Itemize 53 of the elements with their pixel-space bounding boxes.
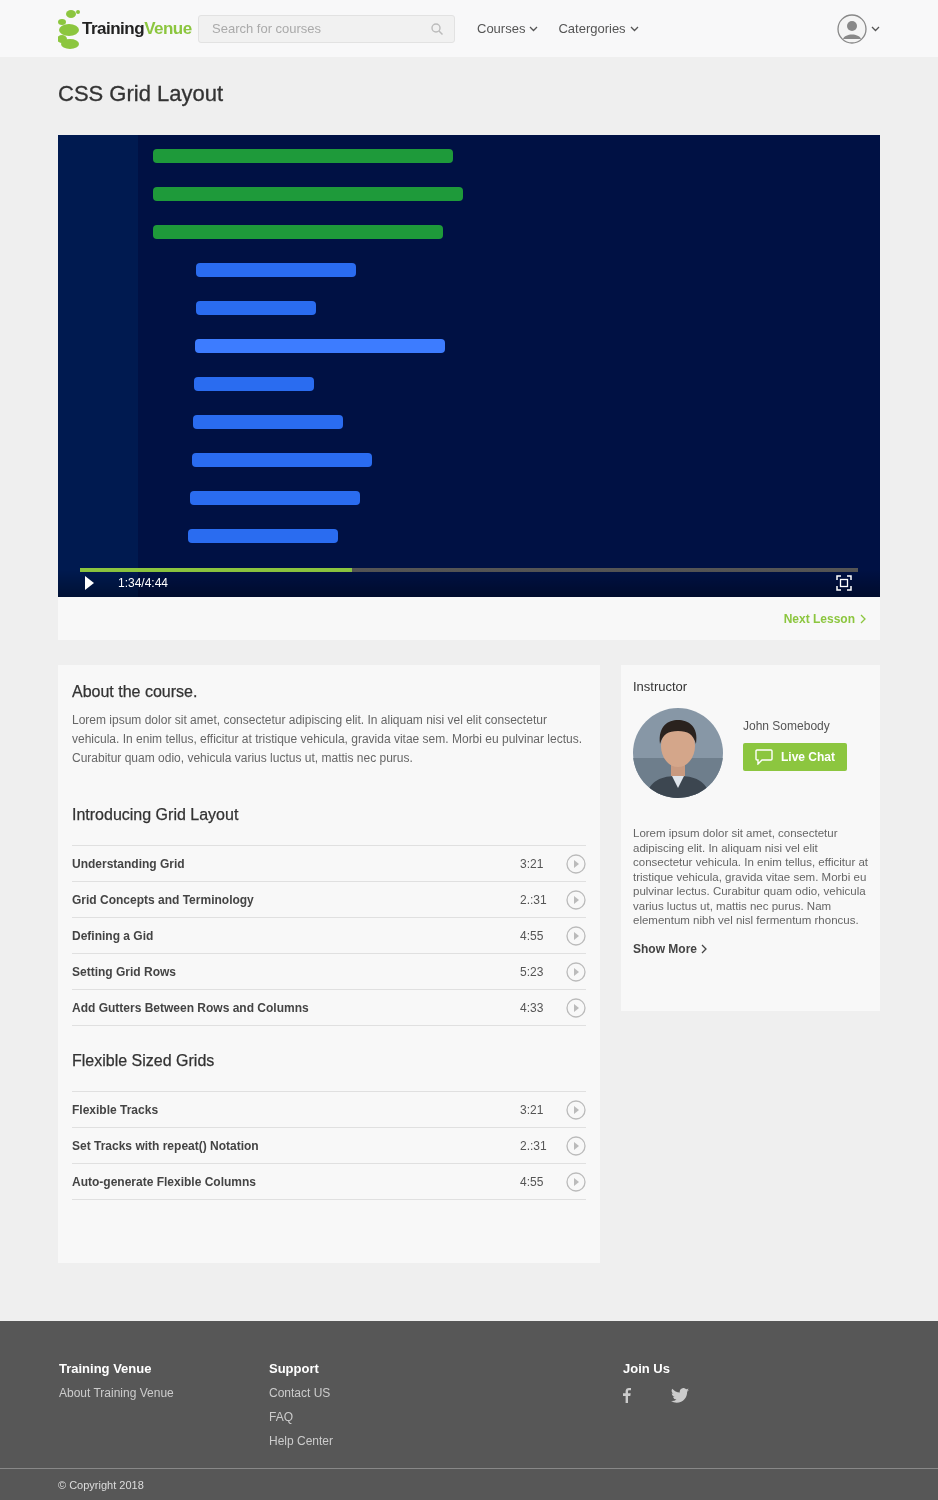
nav-menu[interactable]: Courses	[477, 21, 539, 36]
video-time: 1:34/4:44	[118, 576, 169, 590]
lesson-title[interactable]: Add Gutters Between Rows and Columns	[72, 1000, 520, 1015]
copyright-text: © Copyright 2018	[58, 1479, 144, 1491]
footer-link[interactable]: Contact US	[269, 1386, 623, 1400]
lesson-title[interactable]: Grid Concepts and Terminology	[72, 892, 520, 907]
logo-icon	[58, 8, 80, 49]
lesson-duration: 4:55	[520, 928, 545, 943]
lesson-title[interactable]: Set Tracks with repeat() Notation	[72, 1138, 520, 1153]
lesson-title[interactable]: Defining a Gid	[72, 928, 520, 943]
chevron-icon	[701, 943, 707, 954]
footer-heading: Support	[269, 1361, 320, 1376]
lesson-duration: 3:21	[520, 1102, 545, 1117]
instructor-bio: Lorem ipsum dolor sit amet, consectetur adipiscing elit. In aliquam nisi vel elit consectetur vehicula. In enim tellus, efficitur at tristique vehicula, gravida vitae sem. Morbi eu pulvinar lectus. Curabitur quam odio, vehicula varius luctus ut, mattis nec purus. Nam elementum nibh vel nisl fermentum rhoncus.	[633, 826, 868, 928]
caret-icon	[529, 25, 539, 32]
nav-menu[interactable]: Catergories	[558, 21, 639, 36]
footer-heading: Join Us	[623, 1361, 671, 1376]
lesson-duration: 5:23	[520, 964, 545, 979]
lesson-title[interactable]: Flexible Tracks	[72, 1102, 520, 1117]
search-field[interactable]: Search for courses	[198, 14, 455, 43]
lesson-title[interactable]: Setting Grid Rows	[72, 964, 520, 979]
lesson-duration: 2.:31	[520, 1138, 548, 1153]
instructor-name: John Somebody	[743, 719, 831, 733]
section-heading: Introducing Grid Layout	[72, 806, 240, 824]
page-title: CSS Grid Layout	[58, 81, 225, 107]
show-more-link[interactable]: Show More	[633, 941, 707, 956]
footer-link[interactable]: FAQ	[269, 1410, 623, 1424]
caret-icon	[871, 25, 880, 32]
lesson-title[interactable]: Understanding Grid	[72, 856, 520, 871]
search-icon[interactable]	[431, 22, 443, 35]
lesson-title[interactable]: Auto-generate Flexible Columns	[72, 1174, 520, 1189]
twitter-icon[interactable]	[671, 1388, 689, 1403]
play-icon[interactable]	[84, 576, 94, 590]
footer-link[interactable]: About Training Venue	[59, 1386, 269, 1400]
fullscreen-icon[interactable]	[836, 575, 852, 591]
section-heading: Flexible Sized Grids	[72, 1052, 216, 1070]
caret-icon	[629, 25, 639, 32]
chat-icon	[755, 749, 773, 765]
footer-heading: Training Venue	[59, 1361, 153, 1376]
section-heading: About the course.	[72, 683, 199, 701]
lesson-duration: 3:21	[520, 856, 545, 871]
progress-bar[interactable]	[80, 568, 858, 572]
logo-text[interactable]: TrainingVenue	[82, 18, 192, 39]
facebook-icon[interactable]	[623, 1388, 631, 1403]
user-menu[interactable]	[837, 13, 880, 44]
lesson-duration: 4:33	[520, 1000, 545, 1015]
course-description: Lorem ipsum dolor sit amet, consectetur adipiscing elit. In aliquam nisi vel elit consectetur vehicula. In enim tellus, efficitur at tristique vehicula, gravida vitae sem. Morbi eu pulvinar lectus. Curabitur quam odio, vehicula varius luctus ut, mattis nec purus.	[72, 712, 584, 767]
chevron-icon	[860, 613, 866, 624]
footer-link[interactable]: Help Center	[269, 1434, 623, 1448]
user-icon	[837, 13, 867, 44]
lesson-duration: 2.:31	[520, 892, 548, 907]
instructor-heading: Instructor	[633, 679, 689, 694]
lesson-duration: 4:55	[520, 1174, 545, 1189]
